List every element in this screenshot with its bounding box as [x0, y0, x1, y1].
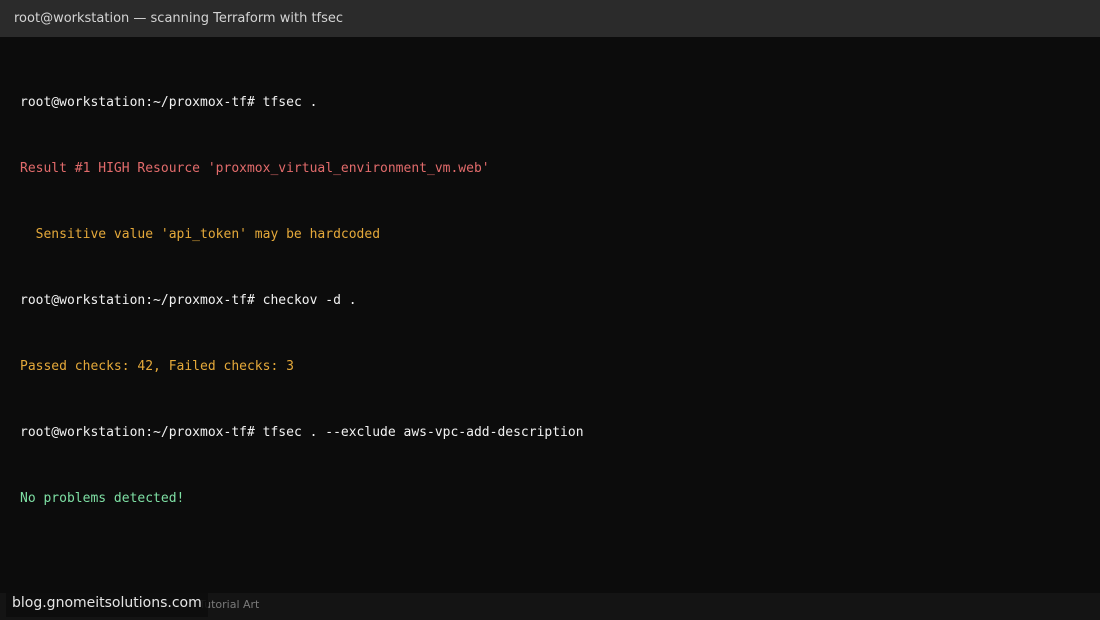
terminal-output[interactable]: root@workstation:~/proxmox-tf# tfsec . R… [20, 48, 1080, 554]
terminal-line-error: Result #1 HIGH Resource 'proxmox_virtual… [20, 161, 490, 176]
terminal-line-summary: Passed checks: 42, Failed checks: 3 [20, 359, 294, 374]
shell-command: tfsec . --exclude aws-vpc-add-descriptio… [262, 425, 584, 440]
shell-command: tfsec . [262, 95, 318, 110]
footer-caption-text: Tutorial Art [199, 598, 260, 611]
shell-prompt: root@workstation:~/proxmox-tf# [20, 95, 255, 110]
terminal-window: root@workstation — scanning Terraform wi… [0, 0, 1100, 620]
window-titlebar[interactable]: root@workstation — scanning Terraform wi… [0, 0, 1100, 37]
terminal-line-command: root@workstation:~/proxmox-tf# tfsec . -… [20, 422, 1080, 444]
shell-command: checkov -d . [262, 293, 357, 308]
shell-prompt: root@workstation:~/proxmox-tf# [20, 425, 255, 440]
terminal-line-command: root@workstation:~/proxmox-tf# checkov -… [20, 290, 1080, 312]
terminal-line-success: No problems detected! [20, 491, 185, 506]
shell-prompt: root@workstation:~/proxmox-tf# [20, 293, 255, 308]
window-title: root@workstation — scanning Terraform wi… [14, 11, 344, 26]
terminal-line-warning: Sensitive value 'api_token' may be hardc… [20, 227, 381, 242]
terminal-line-command: root@workstation:~/proxmox-tf# tfsec . [20, 92, 1080, 114]
site-watermark: blog.gnomeitsolutions.com [6, 589, 208, 617]
